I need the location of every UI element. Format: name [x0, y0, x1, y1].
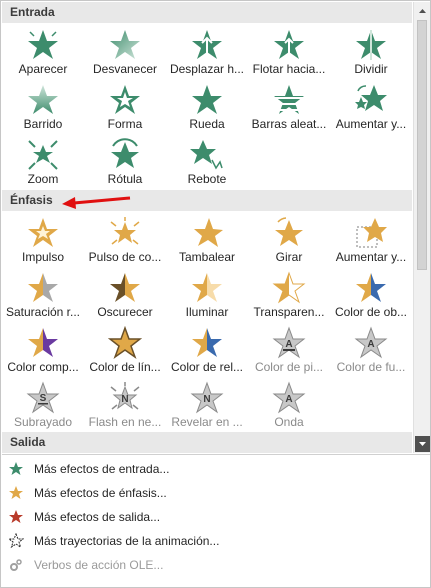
effect-barrido[interactable]: Barrido [2, 81, 84, 136]
effect-impulso[interactable]: Impulso [2, 214, 84, 269]
outline-star-icon [8, 533, 24, 549]
star-rueda-icon [192, 85, 222, 114]
effect-pulso-de-color[interactable]: Pulso de co... [84, 214, 166, 269]
svg-text:N: N [203, 394, 210, 405]
star-desplazar-icon [192, 30, 222, 59]
effect-transparencia[interactable]: Transparen... [248, 269, 330, 324]
more-effects-menu: Más efectos de entrada... Más efectos de… [2, 454, 430, 572]
star-onda-icon: A [272, 381, 306, 414]
effect-rebote[interactable]: Rebote [166, 136, 248, 191]
star-color-pincel-icon: A [272, 326, 306, 359]
star-color-complementario-icon [28, 328, 58, 357]
effect-color-de-pincel[interactable]: A Color de pi... [248, 324, 330, 379]
effect-color-de-fuente[interactable]: A Color de fu... [330, 324, 412, 379]
effect-forma[interactable]: Forma [84, 81, 166, 136]
menu-mas-efectos-enfasis[interactable]: Más efectos de énfasis... [2, 482, 430, 504]
effect-rueda[interactable]: Rueda [166, 81, 248, 136]
star-rotula-icon [111, 138, 139, 168]
star-rebote-icon [190, 140, 223, 170]
effect-color-de-objeto[interactable]: Color de ob... [330, 269, 412, 324]
star-color-fuente-icon: A [354, 326, 388, 359]
scroll-down-icon[interactable] [415, 436, 430, 452]
scroll-up-icon[interactable] [415, 3, 430, 19]
red-star-icon [9, 510, 23, 523]
star-barras-icon [274, 85, 304, 114]
star-aumentar-girar-icon [355, 85, 387, 111]
star-transparencia-icon [272, 271, 306, 304]
section-header-salida: Salida [2, 432, 412, 453]
star-saturacion-icon [28, 273, 58, 302]
effect-color-de-linea[interactable]: Color de lín... [84, 324, 166, 379]
effect-aumentar-y-girar[interactable]: Aumentar y... [330, 81, 412, 136]
effect-revelar-en-negrita[interactable]: N Revelar en ... [166, 379, 248, 434]
effect-color-de-relleno[interactable]: Color de rel... [166, 324, 248, 379]
star-aumentar-reducir-icon [356, 218, 387, 248]
star-pulso-icon [110, 217, 140, 245]
star-iluminar-icon [192, 273, 222, 302]
star-color-objeto-icon [356, 273, 386, 302]
gears-icon [10, 559, 22, 571]
animation-gallery-panel: Entrada Aparecer Desvanecer Desplazar h.… [0, 0, 431, 588]
effect-rotula[interactable]: Rótula [84, 136, 166, 191]
star-subrayado-icon: S [26, 381, 60, 414]
star-aparecer-icon [28, 30, 58, 59]
effect-desplazar-hacia-dentro[interactable]: Desplazar h... [166, 26, 248, 81]
effect-dividir[interactable]: Dividir [330, 26, 412, 81]
star-dividir-icon [356, 30, 386, 60]
effect-barras-aleatorias[interactable]: Barras aleat... [248, 81, 330, 136]
svg-text:A: A [285, 394, 292, 405]
star-zoom-icon [28, 140, 58, 170]
effect-iluminar[interactable]: Iluminar [166, 269, 248, 324]
gallery-scrollbar[interactable] [413, 2, 430, 453]
section-header-entrada: Entrada [2, 2, 412, 23]
effect-subrayado[interactable]: S Subrayado [2, 379, 84, 434]
effects-gallery: Entrada Aparecer Desvanecer Desplazar h.… [2, 2, 412, 453]
star-flotar-icon [274, 30, 304, 59]
menu-mas-trayectorias[interactable]: Más trayectorias de la animación... [2, 530, 430, 552]
effect-zoom[interactable]: Zoom [2, 136, 84, 191]
scroll-thumb[interactable] [417, 20, 427, 270]
star-flash-icon: N [110, 382, 140, 410]
menu-verbos-ole: Verbos de acción OLE... [2, 554, 430, 576]
effect-aumentar-y-reducir[interactable]: Aumentar y... [330, 214, 412, 269]
effect-girar[interactable]: Girar [248, 214, 330, 269]
effect-flotar-hacia-dentro[interactable]: Flotar hacia... [248, 26, 330, 81]
star-color-relleno-icon [192, 328, 222, 357]
effect-oscurecer[interactable]: Oscurecer [84, 269, 166, 324]
star-barrido-icon [28, 85, 58, 114]
menu-mas-efectos-entrada[interactable]: Más efectos de entrada... [2, 458, 430, 480]
star-tambalear-icon [194, 218, 223, 247]
svg-text:A: A [367, 339, 374, 350]
green-star-icon [9, 462, 23, 475]
star-desvanecer-icon [110, 30, 140, 59]
star-forma-icon [110, 85, 140, 114]
effect-onda[interactable]: A Onda [248, 379, 330, 434]
star-revelar-icon: N [190, 381, 224, 414]
star-impulso-icon [28, 218, 58, 247]
effect-aparecer[interactable]: Aparecer [2, 26, 84, 81]
star-girar-icon [275, 217, 303, 246]
effect-color-complementario[interactable]: Color comp... [2, 324, 84, 379]
effect-tambalear[interactable]: Tambalear [166, 214, 248, 269]
svg-text:A: A [285, 339, 292, 350]
svg-text:S: S [40, 393, 47, 404]
svg-text:N: N [121, 394, 128, 405]
star-oscurecer-icon [110, 273, 140, 302]
red-arrow-annotation-icon [62, 196, 131, 209]
effect-desvanecer[interactable]: Desvanecer [84, 26, 166, 81]
star-color-linea-icon [108, 326, 142, 359]
effect-saturacion-reducida[interactable]: Saturación r... [2, 269, 84, 324]
yellow-star-icon [9, 486, 23, 499]
effect-flash-en-negrita[interactable]: N Flash en ne... [84, 379, 166, 434]
menu-mas-efectos-salida[interactable]: Más efectos de salida... [2, 506, 430, 528]
